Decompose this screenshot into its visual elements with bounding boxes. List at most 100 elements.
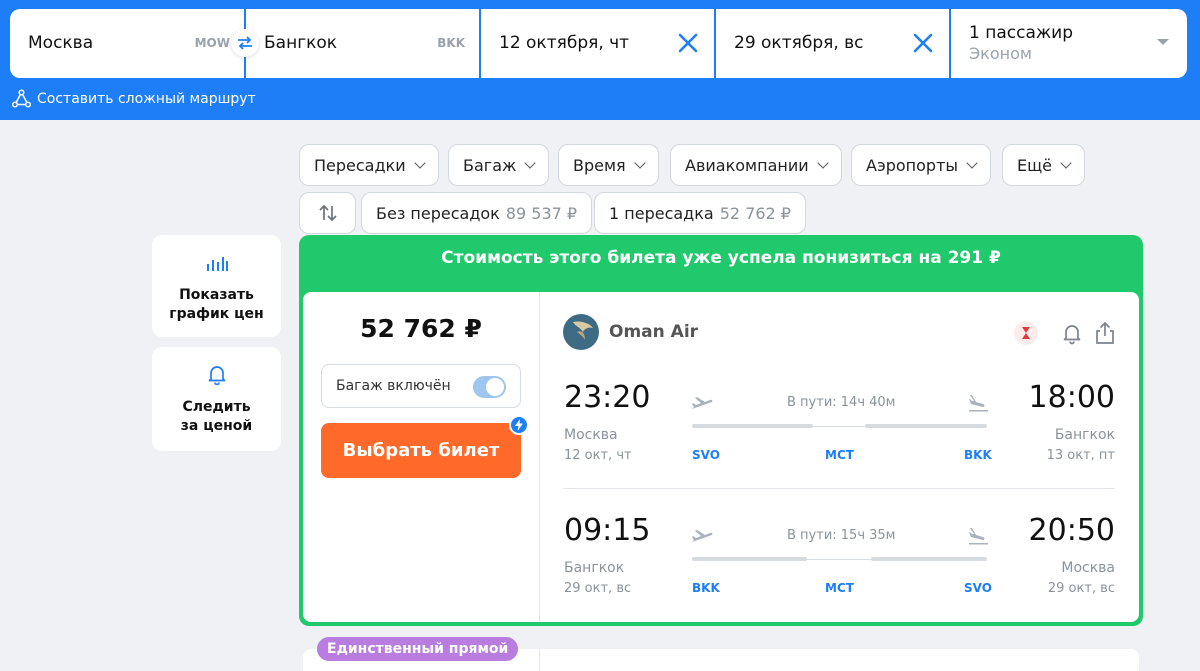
return-to-code: SVO — [964, 581, 992, 595]
return-departure-time: 09:15 — [564, 513, 651, 548]
route-nodes-icon — [12, 89, 31, 108]
filter-more-label: Ещё — [1017, 155, 1053, 175]
ticket-card: Стоимость этого билета уже успела понизи… — [299, 235, 1143, 626]
price-tracking-label-1: Следить — [182, 399, 251, 415]
outbound-arrival-time: 18:00 — [1028, 380, 1115, 415]
landing-icon — [969, 528, 988, 545]
chevron-down-icon — [1157, 39, 1169, 45]
return-date-field[interactable]: 29 октября, вс — [716, 9, 949, 78]
outbound-departure-time: 23:20 — [564, 380, 651, 415]
origin-field[interactable]: Москва MOW — [10, 9, 244, 78]
return-arrival-city: Москва — [1061, 560, 1115, 576]
depart-date-field[interactable]: 12 октября, чт — [481, 9, 714, 78]
price-chart-card[interactable]: Показать график цен — [152, 235, 281, 337]
baggage-option: Багаж включён — [321, 364, 521, 408]
return-duration: В пути: 15ч 35м — [787, 528, 896, 543]
outbound-departure-date: 12 окт, чт — [564, 448, 632, 463]
clear-depart-date-icon[interactable] — [676, 31, 700, 55]
chevron-down-icon — [524, 156, 537, 169]
chevron-down-icon — [634, 156, 646, 169]
chevron-down-icon — [1060, 156, 1072, 169]
return-departure-date: 29 окт, вс — [564, 581, 632, 596]
price-chart-label-1: Показать — [179, 287, 254, 303]
destination-city: Бангкок — [264, 33, 338, 53]
filter-more[interactable]: Ещё — [1002, 144, 1086, 186]
return-segment-2 — [871, 557, 987, 561]
outbound-layover-line — [813, 426, 865, 427]
airline-name: Oman Air — [609, 322, 699, 342]
outbound-duration: В пути: 14ч 40м — [787, 395, 896, 410]
filter-transfers[interactable]: Пересадки — [299, 144, 439, 186]
search-bar: Москва MOW Бангкок BKK 12 октября, чт 29… — [0, 0, 1200, 120]
baggage-label: Багаж включён — [336, 378, 451, 394]
filter-airports[interactable]: Аэропорты — [851, 144, 992, 186]
chevron-down-icon — [816, 156, 829, 169]
complex-route-label: Составить сложный маршрут — [37, 90, 256, 107]
outbound-segment-1 — [692, 424, 813, 428]
next-ticket-divider — [539, 649, 540, 671]
clear-return-date-icon[interactable] — [911, 31, 935, 55]
chevron-down-icon — [966, 156, 978, 169]
airline-logo — [563, 314, 599, 350]
bell-subscribe-icon[interactable] — [1059, 320, 1085, 346]
price-tracking-card[interactable]: Следить за ценой — [152, 347, 281, 451]
outbound-via-code: MCT — [825, 448, 854, 462]
quick-filter-nonstop[interactable]: Без пересадок 89 537 ₽ — [361, 192, 593, 234]
bar-chart-icon — [207, 257, 228, 271]
swap-arrows-icon — [238, 36, 252, 50]
filter-airports-label: Аэропорты — [866, 155, 959, 175]
origin-city: Москва — [28, 33, 94, 53]
cabin-class: Эконом — [969, 44, 1032, 63]
ticket-body: 52 762 ₽ Багаж включён Выбрать билет Oma… — [303, 292, 1139, 622]
filter-time-label: Время — [573, 155, 626, 175]
filter-time[interactable]: Время — [558, 144, 659, 186]
only-direct-badge: Единственный прямой — [317, 637, 519, 661]
filter-airlines[interactable]: Авиакомпании — [670, 144, 842, 186]
legs-divider — [563, 488, 1115, 489]
return-arrival-date: 29 окт, вс — [1047, 581, 1115, 596]
outbound-arrival-date: 13 окт, пт — [1046, 448, 1115, 463]
return-layover-line — [807, 559, 871, 560]
chevron-down-icon — [413, 156, 426, 169]
hourglass-icon[interactable] — [1013, 320, 1039, 346]
filter-transfers-label: Пересадки — [314, 155, 406, 175]
bell-icon — [208, 366, 226, 385]
return-from-code: BKK — [692, 581, 720, 595]
complex-route-link[interactable]: Составить сложный маршрут — [12, 89, 256, 108]
passengers-count: 1 пассажир — [969, 23, 1074, 43]
price-tracking-label-2: за ценой — [180, 418, 253, 434]
outbound-segment-2 — [865, 424, 987, 428]
price-chart-label-2: график цен — [169, 306, 264, 322]
sort-arrows-icon — [318, 204, 337, 222]
select-ticket-button[interactable]: Выбрать билет — [321, 423, 521, 478]
ticket-divider — [539, 292, 540, 622]
filter-airlines-label: Авиакомпании — [685, 155, 809, 175]
return-date: 29 октября, вс — [734, 33, 864, 53]
swap-cities-button[interactable] — [231, 29, 259, 57]
sort-button[interactable] — [299, 192, 356, 234]
return-arrival-time: 20:50 — [1028, 513, 1115, 548]
quick-filter-one-stop[interactable]: 1 пересадка 52 762 ₽ — [594, 192, 806, 234]
destination-field[interactable]: Бангкок BKK — [246, 9, 479, 78]
ticket-price: 52 762 ₽ — [360, 314, 482, 343]
return-departure-city: Бангкок — [564, 560, 625, 576]
outbound-to-code: BKK — [964, 448, 992, 462]
depart-date: 12 октября, чт — [499, 33, 630, 53]
takeoff-icon — [692, 530, 713, 542]
lightning-icon — [509, 415, 529, 435]
nonstop-label: Без пересадок — [376, 203, 500, 223]
origin-code: MOW — [194, 36, 230, 50]
baggage-toggle[interactable] — [473, 376, 506, 398]
passengers-field[interactable]: 1 пассажир Эконом — [951, 9, 1187, 78]
one-stop-price: 52 762 ₽ — [719, 203, 791, 223]
toggle-knob — [486, 378, 504, 396]
price-drop-banner: Стоимость этого билета уже успела понизи… — [441, 248, 1001, 268]
takeoff-icon — [692, 397, 713, 409]
destination-code: BKK — [437, 36, 465, 50]
filter-baggage[interactable]: Багаж — [448, 144, 550, 186]
return-segment-1 — [692, 557, 807, 561]
share-icon[interactable] — [1092, 320, 1118, 346]
outbound-arrival-city: Бангкок — [1054, 427, 1115, 443]
return-via-code: MCT — [825, 581, 854, 595]
filter-baggage-label: Багаж — [463, 155, 517, 175]
